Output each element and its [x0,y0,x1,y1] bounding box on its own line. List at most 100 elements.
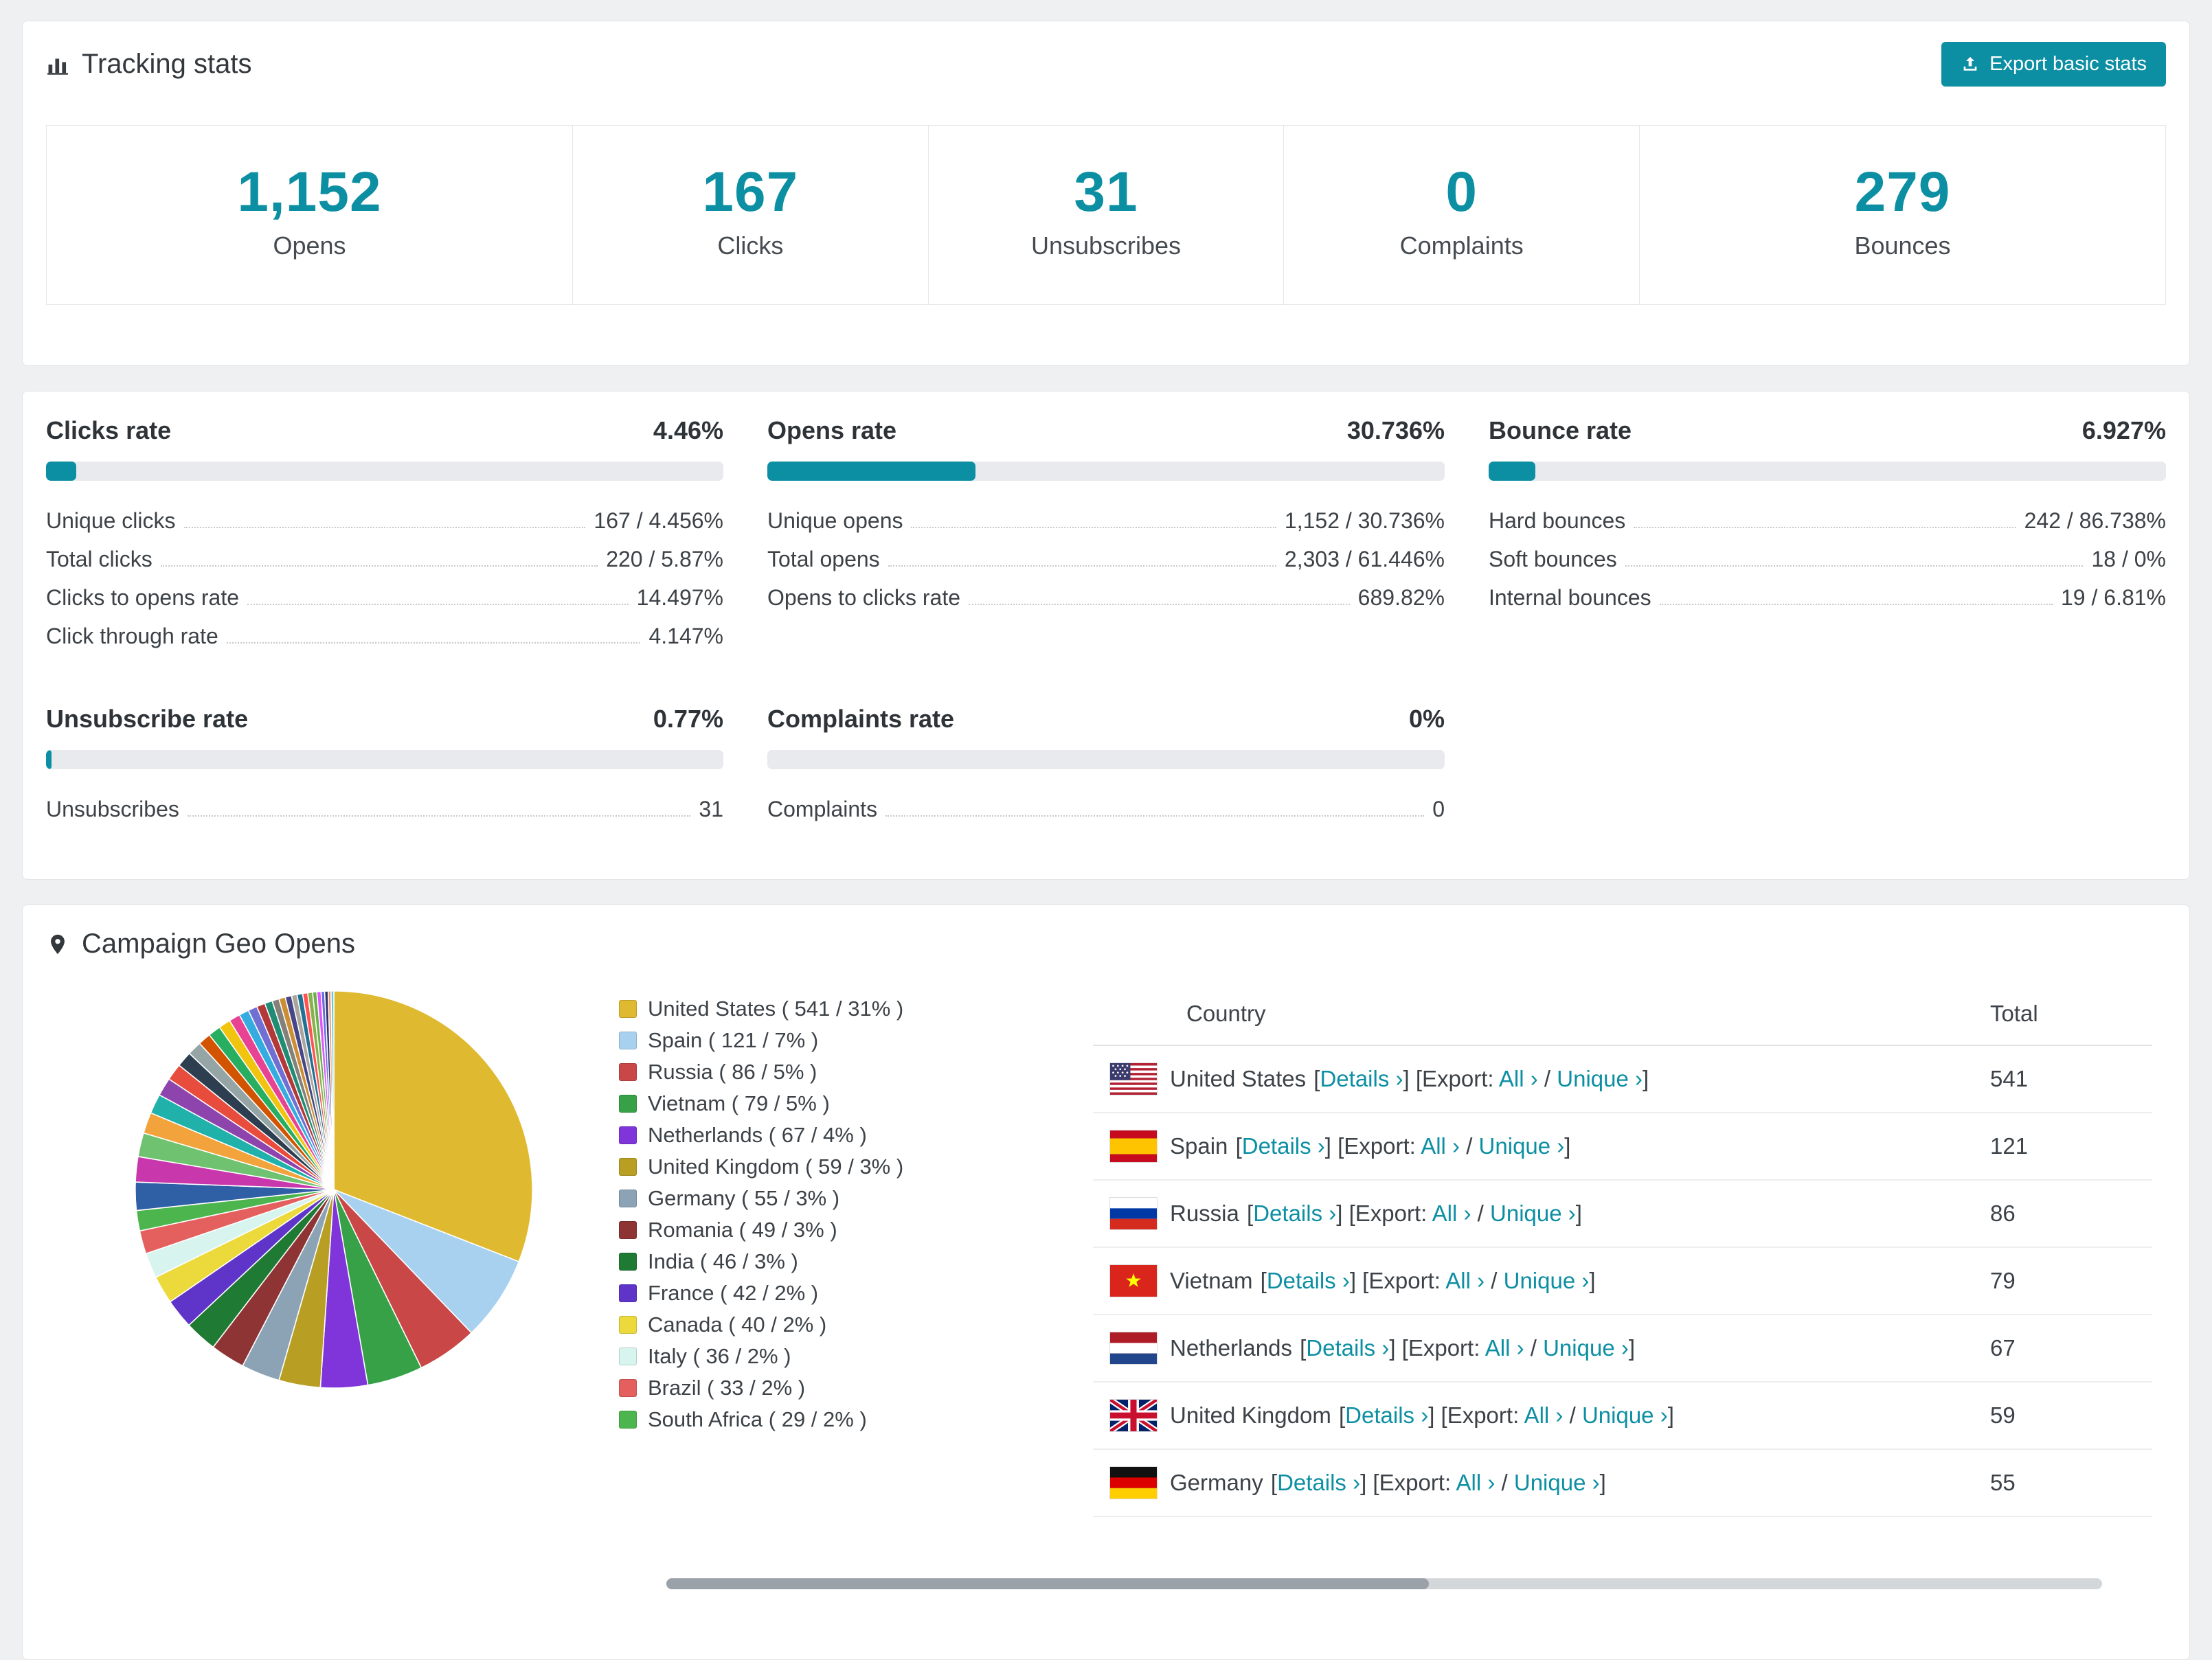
dotted-leader [226,642,641,644]
rate-value: 6.927% [2081,416,2166,444]
stat-line: Opens to clicks rate 689.82% [767,578,1445,617]
export-unique-link[interactable]: Unique › [1582,1402,1668,1428]
export-unique-link[interactable]: Unique › [1557,1066,1643,1091]
rate-value: 0% [1408,705,1445,733]
rate-progress-bar [767,462,1445,481]
stat-line-label: Clicks to opens rate [46,585,240,610]
stat-label: Unsubscribes [1030,231,1182,260]
legend-label: France ( 42 / 2% ) [648,1281,819,1305]
dotted-leader [1634,527,2016,528]
country-flag-icon [1109,1332,1158,1365]
rate-progress-bar [46,462,723,481]
stat-value: 31 [1074,161,1138,223]
export-all-link[interactable]: All › [1421,1133,1460,1159]
legend-item[interactable]: Russia ( 86 / 5% ) [619,1060,976,1084]
legend-color-swatch [619,1221,637,1239]
legend-color-swatch [619,1126,637,1144]
export-all-link[interactable]: All › [1432,1201,1471,1226]
stat-label: Complaints [1399,231,1524,260]
geo-table: Country Total United States [Details ›] … [1093,987,2152,1517]
geo-pie-chart[interactable] [131,987,537,1392]
scrollbar-thumb[interactable] [666,1578,1429,1589]
export-unique-link[interactable]: Unique › [1479,1133,1565,1159]
country-total: 59 [1990,1402,2016,1428]
country-name: Netherlands [1170,1335,1292,1361]
rates-card: Clicks rate 4.46% Unique clicks 167 / 4.… [22,391,2190,880]
stat-line-label: Click through rate [46,624,218,648]
export-unique-link[interactable]: Unique › [1504,1268,1590,1293]
rate-panel: Unsubscribe rate 0.77% Unsubscribes 31 [46,705,723,828]
stat-line: Soft bounces 18 / 0% [1489,540,2166,578]
stat-label: Opens [273,231,346,260]
legend-item[interactable]: Brazil ( 33 / 2% ) [619,1376,976,1400]
stat-line-value: 167 / 4.456% [594,508,723,533]
stat-value: 167 [702,161,799,223]
legend-item[interactable]: South Africa ( 29 / 2% ) [619,1407,976,1432]
legend-color-swatch [619,1348,637,1365]
stat-box: 167 Clicks [572,125,929,305]
legend-label: United States ( 541 / 31% ) [648,997,904,1021]
legend-item[interactable]: France ( 42 / 2% ) [619,1281,976,1306]
stat-line: Unsubscribes 31 [46,790,723,828]
export-all-link[interactable]: All › [1456,1470,1496,1495]
stat-value: 0 [1445,161,1478,223]
legend-item[interactable]: Germany ( 55 / 3% ) [619,1186,976,1211]
legend-item[interactable]: Italy ( 36 / 2% ) [619,1344,976,1369]
legend-color-swatch [619,1095,637,1113]
dotted-leader [160,565,598,567]
legend-label: Canada ( 40 / 2% ) [648,1312,827,1337]
export-button-label: Export basic stats [1989,53,2147,75]
stat-line: Complaints 0 [767,790,1445,828]
stat-line: Total opens 2,303 / 61.446% [767,540,1445,578]
rate-panel: Complaints rate 0% Complaints 0 [767,705,1445,828]
legend-item[interactable]: Canada ( 40 / 2% ) [619,1312,976,1337]
table-row: United Kingdom [Details ›] [Export: All … [1093,1383,2152,1450]
rate-title: Clicks rate [46,416,172,444]
legend-item[interactable]: Romania ( 49 / 3% ) [619,1218,976,1242]
legend-item[interactable]: Spain ( 121 / 7% ) [619,1028,976,1053]
export-all-link[interactable]: All › [1524,1402,1564,1428]
details-link[interactable]: Details › [1242,1133,1325,1159]
country-flag-icon [1109,1466,1158,1499]
country-column-header: Country [1186,1001,1266,1026]
stat-line-label: Hard bounces [1489,508,1626,533]
details-link[interactable]: Details › [1277,1470,1360,1495]
rate-title: Opens rate [767,416,897,444]
dotted-leader [1625,565,2084,567]
details-link[interactable]: Details › [1253,1201,1336,1226]
export-unique-link[interactable]: Unique › [1543,1335,1629,1361]
stat-box: 31 Unsubscribes [927,125,1285,305]
legend-item[interactable]: Netherlands ( 67 / 4% ) [619,1123,976,1148]
legend-color-swatch [619,1284,637,1302]
export-unique-link[interactable]: Unique › [1490,1201,1576,1226]
geo-table-header: Country Total [1093,987,2152,1046]
legend-item[interactable]: Vietnam ( 79 / 5% ) [619,1091,976,1116]
horizontal-scrollbar[interactable] [666,1578,2102,1589]
stat-line-value: 1,152 / 30.736% [1284,508,1445,533]
country-total: 79 [1990,1268,2016,1293]
country-flag-icon [1109,1062,1158,1095]
details-link[interactable]: Details › [1306,1335,1389,1361]
country-flag-icon [1109,1197,1158,1230]
details-link[interactable]: Details › [1345,1402,1428,1428]
legend-item[interactable]: United Kingdom ( 59 / 3% ) [619,1155,976,1179]
dotted-leader [1659,604,2053,605]
legend-item[interactable]: United States ( 541 / 31% ) [619,997,976,1021]
country-name: Spain [1170,1133,1228,1159]
rate-progress-fill [46,462,76,481]
country-name: Russia [1170,1201,1239,1226]
details-link[interactable]: Details › [1267,1268,1350,1293]
details-link[interactable]: Details › [1320,1066,1403,1091]
legend-color-swatch [619,1158,637,1176]
export-basic-stats-button[interactable]: Export basic stats [1941,42,2166,87]
rate-progress-fill [767,462,976,481]
legend-item[interactable]: India ( 46 / 3% ) [619,1249,976,1274]
export-all-link[interactable]: All › [1499,1066,1538,1091]
table-row: Russia [Details ›] [Export: All › / Uniq… [1093,1181,2152,1248]
export-all-link[interactable]: All › [1485,1335,1524,1361]
export-all-link[interactable]: All › [1445,1268,1485,1293]
rate-progress-bar [46,750,723,769]
export-unique-link[interactable]: Unique › [1514,1470,1600,1495]
country-total: 541 [1990,1066,2029,1091]
stat-line-label: Total opens [767,547,880,571]
